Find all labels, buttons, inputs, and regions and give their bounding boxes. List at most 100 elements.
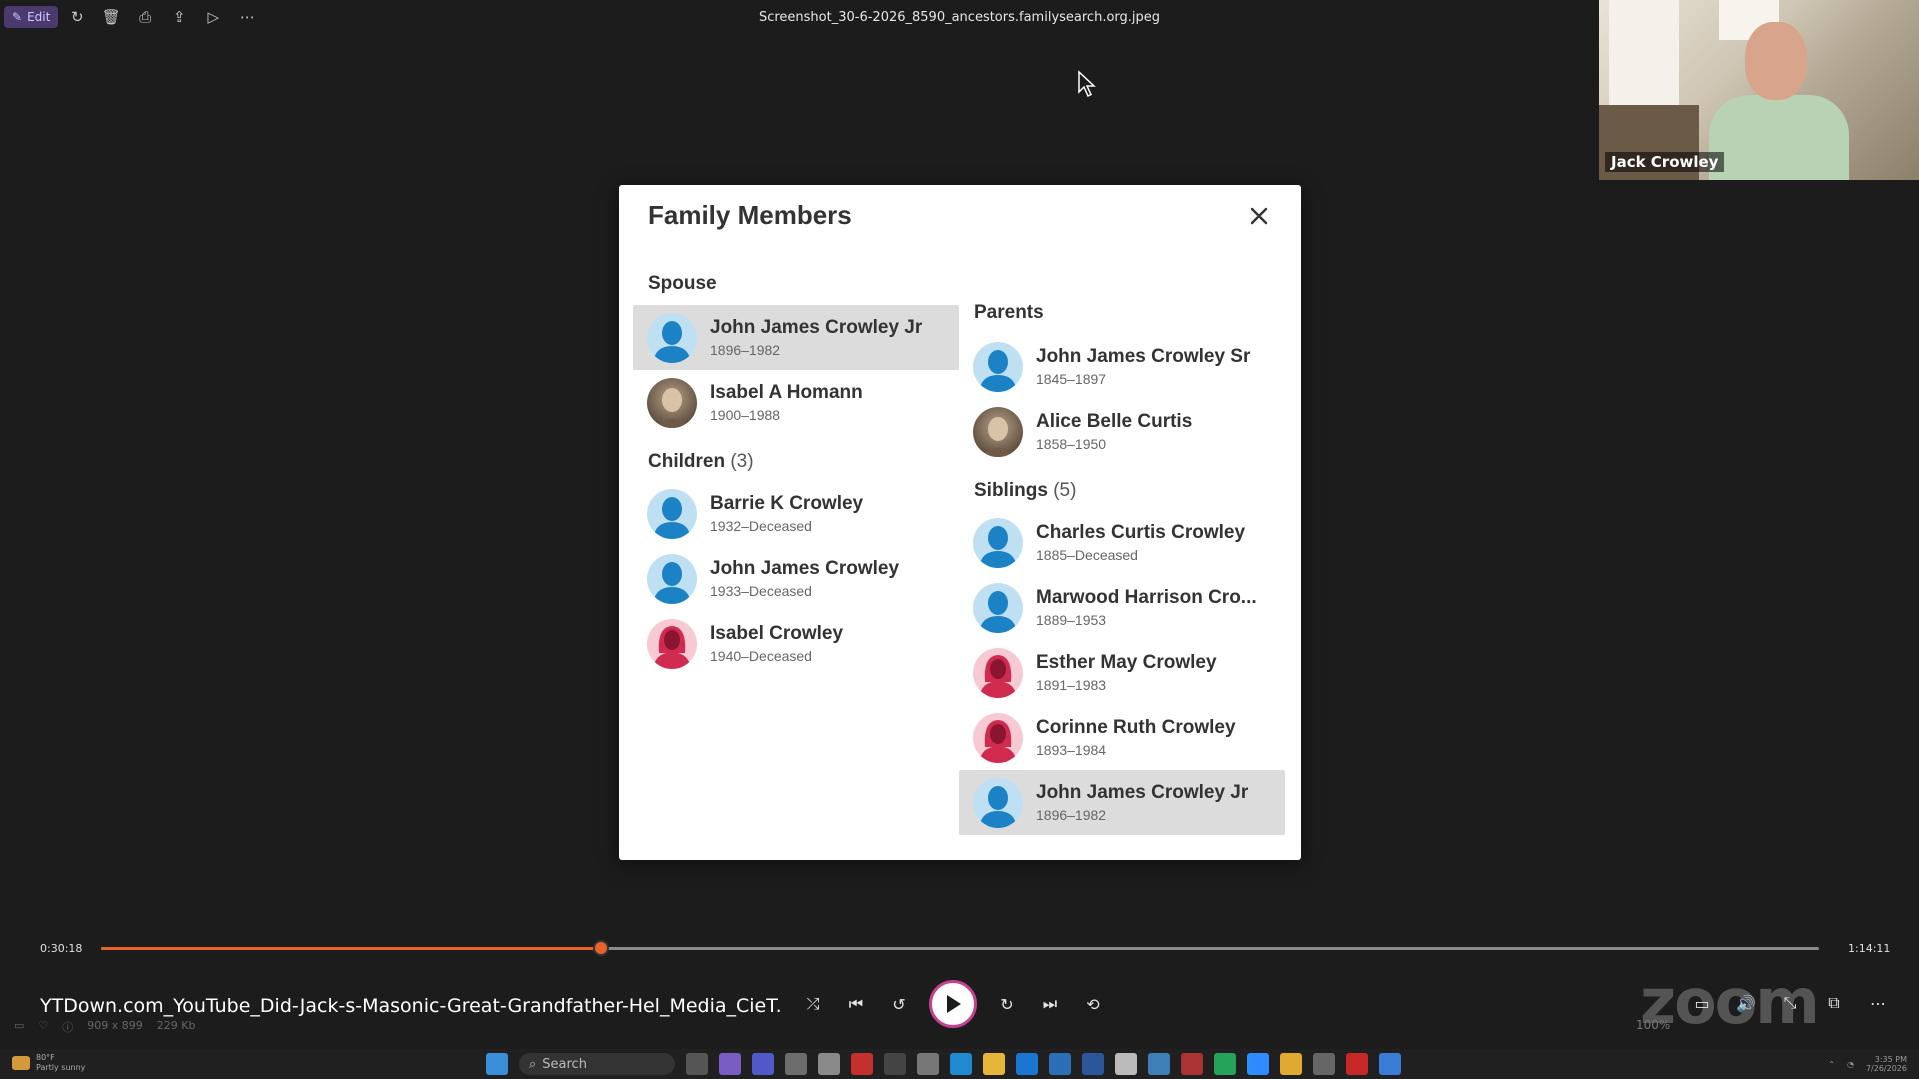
slideshow-icon[interactable]: ▷: [198, 2, 228, 32]
repeat-off-icon[interactable]: ⟲: [1080, 991, 1106, 1017]
weather-icon: [12, 1056, 30, 1070]
notepad-icon[interactable]: [917, 1053, 939, 1075]
person-info: Alice Belle Curtis 1858–1950: [1036, 411, 1192, 452]
person-row[interactable]: John James Crowley Jr 1896–1982: [959, 770, 1285, 835]
edit-label: Edit: [27, 10, 51, 24]
windows-taskbar: 80°F Partly sunny ⌕ Search ⌃ ◔ 3:35 PM 7…: [0, 1049, 1919, 1079]
person-row[interactable]: Barrie K Crowley 1932–Deceased: [633, 481, 959, 546]
files-icon[interactable]: [818, 1053, 840, 1075]
explorer-icon[interactable]: [983, 1053, 1005, 1075]
person-info: John James Crowley Jr 1896–1982: [710, 317, 922, 358]
person-name[interactable]: John James Crowley Jr: [710, 317, 922, 339]
person-row[interactable]: John James Crowley Sr 1845–1897: [959, 334, 1285, 399]
person-row[interactable]: Marwood Harrison Cro... 1889–1953: [959, 575, 1285, 640]
edge-icon[interactable]: [950, 1053, 972, 1075]
person-row[interactable]: Isabel A Homann 1900–1988: [633, 370, 959, 435]
person-name[interactable]: Alice Belle Curtis: [1036, 411, 1192, 433]
store-icon[interactable]: [1049, 1053, 1071, 1075]
person-info: Isabel Crowley 1940–Deceased: [710, 623, 843, 664]
word-icon[interactable]: [1082, 1053, 1104, 1075]
person-name[interactable]: Marwood Harrison Cro...: [1036, 587, 1257, 609]
start-icon[interactable]: [486, 1053, 508, 1075]
rewind-10-icon[interactable]: ↺: [886, 991, 912, 1017]
delete-icon[interactable]: 🗑: [96, 2, 126, 32]
teams-icon[interactable]: [752, 1053, 774, 1075]
image-dimensions: 909 x 899: [87, 1019, 143, 1032]
person-dates: 1858–1950: [1036, 436, 1107, 452]
terminal-icon[interactable]: [884, 1053, 906, 1075]
github-icon[interactable]: [1115, 1053, 1137, 1075]
male-avatar-icon: [973, 517, 1023, 568]
captions-icon[interactable]: ▭: [1689, 990, 1715, 1016]
cast-icon[interactable]: ⧉: [1821, 990, 1847, 1016]
volume-icon[interactable]: 🔊: [1733, 990, 1759, 1016]
exit-fullscreen-icon[interactable]: ⤡: [1777, 990, 1803, 1016]
info-icon[interactable]: ⓘ: [62, 1019, 73, 1035]
person-info: Isabel A Homann 1900–1988: [710, 382, 863, 423]
shuffle-icon[interactable]: ⤮: [800, 991, 826, 1017]
copilot-icon[interactable]: [719, 1053, 741, 1075]
person-dates: 1889–1953: [1036, 612, 1107, 628]
person-name[interactable]: Charles Curtis Crowley: [1036, 522, 1245, 544]
female-avatar-icon: [973, 712, 1023, 763]
person-row[interactable]: Charles Curtis Crowley 1885–Deceased: [959, 510, 1285, 575]
dialog-title: Family Members: [648, 200, 852, 230]
task-view-icon[interactable]: [686, 1053, 708, 1075]
siblings-heading: Siblings (5): [974, 480, 1077, 501]
person-name[interactable]: Esther May Crowley: [1036, 652, 1217, 674]
person-name[interactable]: John James Crowley: [710, 558, 899, 580]
next-icon[interactable]: ⏭: [1037, 991, 1063, 1017]
more-options-icon[interactable]: ⋯: [1865, 990, 1891, 1016]
person-row[interactable]: Isabel Crowley 1940–Deceased: [633, 611, 959, 676]
calendar-icon[interactable]: [785, 1053, 807, 1075]
network-icon[interactable]: ◔: [1847, 1060, 1854, 1069]
person-name[interactable]: Corinne Ruth Crowley: [1036, 717, 1236, 739]
person-row[interactable]: Corinne Ruth Crowley 1893–1984: [959, 705, 1285, 770]
settings-icon[interactable]: [1313, 1053, 1335, 1075]
tray-chevron-icon[interactable]: ⌃: [1828, 1060, 1835, 1069]
person-name[interactable]: Isabel A Homann: [710, 382, 863, 404]
share-icon[interactable]: ⇪: [164, 2, 194, 32]
taskbar-search[interactable]: ⌕ Search: [519, 1053, 675, 1075]
person-row[interactable]: John James Crowley Jr 1896–1982: [633, 305, 959, 370]
edit-button[interactable]: ✎ Edit: [4, 6, 59, 28]
print-icon[interactable]: ⎙: [130, 2, 160, 32]
male-avatar-icon: [647, 488, 697, 539]
clock-date: 7/26/2026: [1865, 1064, 1907, 1073]
gallery-icon[interactable]: ▭: [14, 1019, 24, 1035]
whatsapp-icon[interactable]: [1214, 1053, 1236, 1075]
zoom-app-icon[interactable]: [1247, 1053, 1269, 1075]
media-player-icon[interactable]: [1379, 1053, 1401, 1075]
person-name[interactable]: Barrie K Crowley: [710, 493, 863, 515]
participant-head: [1745, 22, 1807, 100]
person-name[interactable]: Isabel Crowley: [710, 623, 843, 645]
close-button[interactable]: [1244, 201, 1274, 231]
search-icon: ⌕: [529, 1056, 537, 1072]
search-placeholder: Search: [542, 1056, 587, 1072]
more-icon[interactable]: ⋯: [232, 2, 262, 32]
rotate-icon[interactable]: ↻: [62, 2, 92, 32]
video-editor-icon[interactable]: [1181, 1053, 1203, 1075]
children-list: Barrie K Crowley 1932–Deceased John James …: [633, 481, 959, 676]
person-info: Barrie K Crowley 1932–Deceased: [710, 493, 863, 534]
weather-widget[interactable]: 80°F Partly sunny: [12, 1053, 85, 1073]
zoom-percent: 100%: [1636, 1018, 1671, 1032]
person-name[interactable]: John James Crowley Sr: [1036, 346, 1250, 368]
acrobat-icon[interactable]: [1346, 1053, 1368, 1075]
seek-handle[interactable]: [592, 940, 609, 956]
photos-icon[interactable]: [1148, 1053, 1170, 1075]
weather-desc: Partly sunny: [36, 1063, 86, 1072]
seek-bar[interactable]: [101, 940, 1819, 956]
chrome-icon[interactable]: [1280, 1053, 1302, 1075]
youtube-icon[interactable]: [851, 1053, 873, 1075]
favorite-icon[interactable]: ♡: [38, 1019, 48, 1035]
play-button[interactable]: [929, 980, 977, 1028]
previous-icon[interactable]: ⏮: [843, 991, 869, 1017]
person-dates: 1891–1983: [1036, 677, 1107, 693]
forward-30-icon[interactable]: ↻: [994, 991, 1020, 1017]
person-name[interactable]: John James Crowley Jr: [1036, 782, 1248, 804]
person-row[interactable]: Alice Belle Curtis 1858–1950: [959, 399, 1285, 464]
mail-icon[interactable]: [1016, 1053, 1038, 1075]
person-row[interactable]: Esther May Crowley 1891–1983: [959, 640, 1285, 705]
person-row[interactable]: John James Crowley 1933–Deceased: [633, 546, 959, 611]
